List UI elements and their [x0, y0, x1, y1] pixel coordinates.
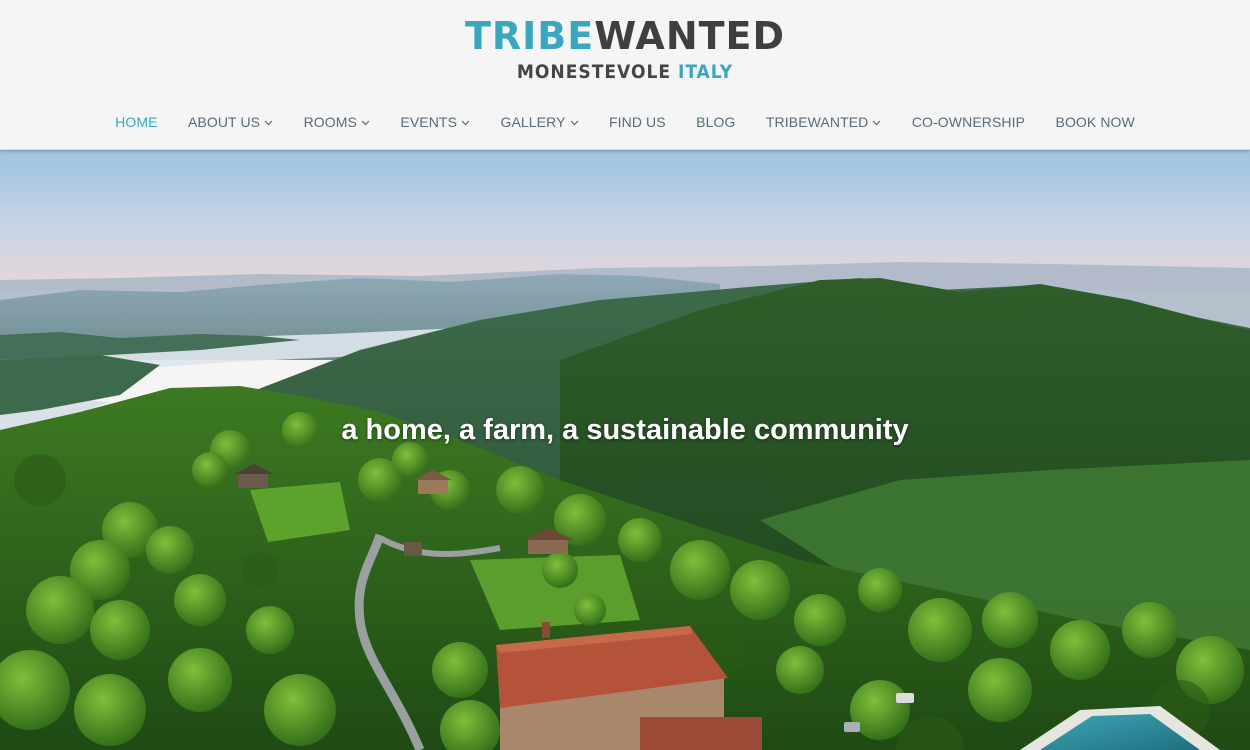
logo-title: TRIBEWANTED [465, 14, 785, 58]
nav-label: CO-OWNERSHIP [911, 114, 1026, 130]
chevron-down-icon [361, 120, 370, 126]
hero-landscape-image [0, 150, 1250, 750]
nav-item-events[interactable]: EVENTS [400, 112, 470, 132]
nav-item-book-now[interactable]: BOOK NOW [1056, 112, 1135, 132]
nav-label: BLOG [696, 114, 736, 130]
logo-subtitle: MONESTEVOLE ITALY [0, 60, 1250, 84]
nav-label: HOME [115, 114, 158, 130]
nav-label: ABOUT US [187, 114, 261, 130]
nav-label: EVENTS [400, 114, 458, 130]
logo-subtitle-country: ITALY [678, 61, 734, 83]
nav-item-co-ownership[interactable]: CO-OWNERSHIP [912, 112, 1025, 132]
logo-subtitle-location: MONESTEVOLE [516, 61, 672, 83]
main-nav: HOME ABOUT US ROOMS EVENTS GALLERY FIND … [0, 112, 1250, 132]
logo-title-part1: TRIBE [464, 14, 595, 58]
chevron-down-icon [461, 120, 470, 126]
nav-label: TRIBEWANTED [765, 114, 869, 130]
nav-label: BOOK NOW [1055, 114, 1135, 130]
chevron-down-icon [872, 120, 881, 126]
nav-item-find-us[interactable]: FIND US [609, 112, 666, 132]
nav-item-blog[interactable]: BLOG [696, 112, 735, 132]
nav-label: ROOMS [303, 114, 357, 130]
nav-item-home[interactable]: HOME [115, 112, 157, 132]
nav-item-gallery[interactable]: GALLERY [500, 112, 578, 132]
nav-label: GALLERY [500, 114, 566, 130]
logo-title-part2: WANTED [594, 14, 786, 58]
chevron-down-icon [570, 120, 579, 126]
site-header: TRIBEWANTED MONESTEVOLE ITALY HOME ABOUT… [0, 0, 1250, 150]
site-logo[interactable]: TRIBEWANTED MONESTEVOLE ITALY [0, 14, 1250, 84]
nav-label: FIND US [608, 114, 666, 130]
hero-banner: a home, a farm, a sustainable community [0, 150, 1250, 750]
nav-item-about-us[interactable]: ABOUT US [188, 112, 273, 132]
hero-tagline: a home, a farm, a sustainable community [341, 414, 909, 446]
nav-item-tribewanted[interactable]: TRIBEWANTED [766, 112, 881, 132]
chevron-down-icon [264, 120, 273, 126]
nav-item-rooms[interactable]: ROOMS [304, 112, 370, 132]
